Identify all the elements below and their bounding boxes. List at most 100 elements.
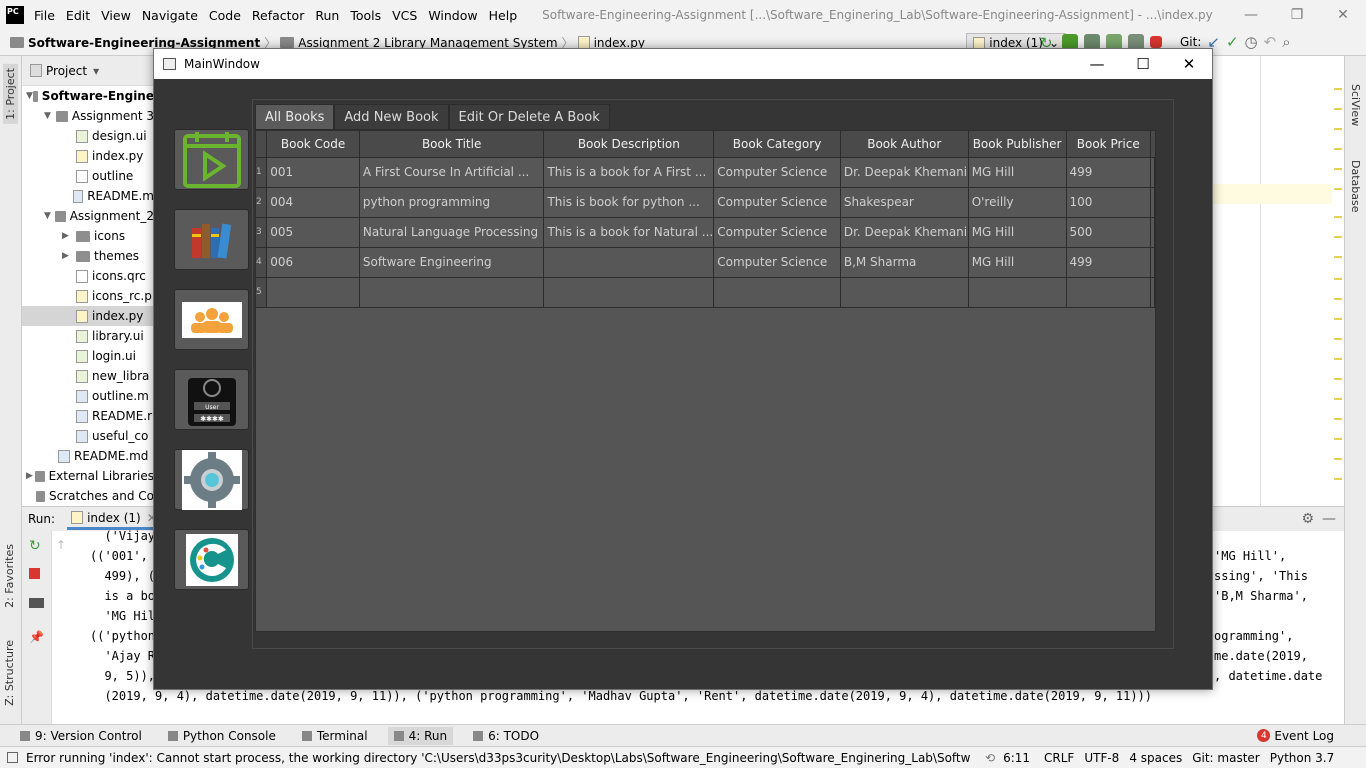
settings-button[interactable] xyxy=(174,449,249,510)
minimize-icon[interactable]: — xyxy=(1228,0,1274,30)
tab-all-books[interactable]: All Books xyxy=(255,104,335,130)
change-marker[interactable] xyxy=(1334,378,1342,380)
themes-button[interactable] xyxy=(174,529,249,590)
table-cell[interactable]: Shakespear xyxy=(840,187,969,218)
change-marker[interactable] xyxy=(1334,458,1342,460)
bottom-tab[interactable]: Python Console xyxy=(162,727,282,745)
change-marker[interactable] xyxy=(1334,148,1342,150)
chevron-down-icon[interactable]: ▼ xyxy=(44,111,56,121)
tree-item[interactable]: ▼ Assignment_2 xyxy=(22,206,154,226)
column-header[interactable]: Book Category xyxy=(713,131,841,158)
tree-item[interactable]: README.md xyxy=(22,446,154,466)
python-interpreter[interactable]: Python 3.7 xyxy=(1270,751,1335,765)
tree-item[interactable]: outline xyxy=(22,166,154,186)
table-cell[interactable]: 006 xyxy=(266,247,360,278)
change-marker[interactable] xyxy=(1334,418,1342,420)
change-marker[interactable] xyxy=(1334,398,1342,400)
indent-setting[interactable]: 4 spaces xyxy=(1129,751,1182,765)
user-login-button[interactable]: User ✱✱✱✱ xyxy=(174,369,249,430)
table-cell[interactable]: MG Hill xyxy=(968,247,1067,278)
menu-vcs[interactable]: VCS xyxy=(392,8,417,23)
change-marker[interactable] xyxy=(1334,108,1342,110)
table-cell[interactable]: Computer Science xyxy=(713,217,841,248)
tree-item[interactable]: new_libra xyxy=(22,366,154,386)
pin-icon[interactable]: 📌 xyxy=(29,630,44,644)
tree-item[interactable]: outline.m xyxy=(22,386,154,406)
git-commit-icon[interactable]: ✓ xyxy=(1226,33,1239,51)
tree-item[interactable]: ▼ Software-Engine xyxy=(22,86,154,106)
caret-position[interactable]: 6:11 xyxy=(1003,751,1030,765)
event-log-button[interactable]: 4 Event Log xyxy=(1257,729,1334,743)
tab-edit-or-delete-a-book[interactable]: Edit Or Delete A Book xyxy=(448,104,610,130)
tree-item[interactable]: ▶ icons xyxy=(22,226,154,246)
chevron-down-icon[interactable]: ▾ xyxy=(93,64,99,78)
table-cell[interactable]: 500 xyxy=(1066,217,1151,248)
revert-icon[interactable]: ↶ xyxy=(1264,33,1277,51)
minimize-panel-icon[interactable]: — xyxy=(1322,511,1336,527)
sciview-tool-tab[interactable]: SciView xyxy=(1349,84,1362,126)
table-cell[interactable]: B,M Sharma xyxy=(840,247,969,278)
tree-item[interactable]: index.py xyxy=(22,146,154,166)
table-cell[interactable]: 001 xyxy=(266,157,360,188)
tree-item[interactable]: README.r xyxy=(22,406,154,426)
change-marker[interactable] xyxy=(1334,298,1342,300)
column-header[interactable]: Book Publisher xyxy=(968,131,1067,158)
table-cell[interactable] xyxy=(713,277,841,308)
file-encoding[interactable]: UTF-8 xyxy=(1084,751,1119,765)
table-cell[interactable] xyxy=(1066,277,1151,308)
menu-code[interactable]: Code xyxy=(209,8,241,23)
change-marker[interactable] xyxy=(1334,188,1342,190)
change-marker[interactable] xyxy=(1334,478,1342,480)
git-branch[interactable]: Git: master xyxy=(1192,751,1260,765)
close-icon[interactable]: ✕ xyxy=(1320,0,1366,30)
menu-edit[interactable]: Edit xyxy=(66,8,90,23)
structure-tool-tab[interactable]: Z: Structure xyxy=(3,640,16,706)
table-cell[interactable]: Dr. Deepak Khemani xyxy=(840,157,969,188)
table-cell[interactable]: This is book for python ... xyxy=(543,187,715,218)
books-table[interactable]: Book Code Book Title Book Description Book … xyxy=(255,130,1156,632)
column-header[interactable]: Book Author xyxy=(840,131,969,158)
table-cell[interactable]: Computer Science xyxy=(713,157,841,188)
change-marker[interactable] xyxy=(1334,256,1342,258)
table-cell[interactable]: 005 xyxy=(266,217,360,248)
close-icon[interactable]: ✕ xyxy=(1166,49,1212,79)
table-cell[interactable]: MG Hill xyxy=(968,157,1067,188)
history-icon[interactable]: ◷ xyxy=(1245,33,1258,51)
arrow-up-icon[interactable]: ↑ xyxy=(56,538,71,552)
table-cell[interactable]: This is a book for Natural ... xyxy=(543,217,715,248)
stop-icon[interactable] xyxy=(29,568,40,579)
row-header[interactable]: 3 xyxy=(256,217,268,248)
rerun-icon[interactable]: ↻ xyxy=(29,538,44,554)
tab-add-new-book[interactable]: Add New Book xyxy=(334,104,449,130)
menu-run[interactable]: Run xyxy=(315,8,339,23)
menu-refactor[interactable]: Refactor xyxy=(252,8,304,23)
tree-item[interactable]: ▼ Assignment 3 xyxy=(22,106,154,126)
menu-file[interactable]: File xyxy=(34,8,55,23)
tree-item[interactable]: ▶ themes xyxy=(22,246,154,266)
change-marker[interactable] xyxy=(1334,318,1342,320)
users-button[interactable] xyxy=(174,289,249,350)
corner-cell[interactable] xyxy=(256,131,268,158)
bottom-tab[interactable]: 4: Run xyxy=(387,726,454,745)
row-header[interactable]: 2 xyxy=(256,187,268,218)
row-header[interactable]: 5 xyxy=(256,277,268,308)
table-cell[interactable]: Software Engineering xyxy=(359,247,545,278)
change-marker[interactable] xyxy=(1334,236,1342,238)
table-cell[interactable]: A First Course In Artificial ... xyxy=(359,157,545,188)
tree-item[interactable]: icons.qrc xyxy=(22,266,154,286)
table-cell[interactable]: MG Hill xyxy=(968,217,1067,248)
column-header[interactable]: Book Code xyxy=(266,131,360,158)
tree-item[interactable]: icons_rc.p xyxy=(22,286,154,306)
tree-item[interactable]: Scratches and Co xyxy=(22,486,154,506)
table-cell[interactable]: 499 xyxy=(1066,157,1151,188)
table-row[interactable]: 3 005 Natural Language Processing This is a… xyxy=(256,217,1155,248)
menu-tools[interactable]: Tools xyxy=(350,8,381,23)
table-cell[interactable] xyxy=(266,277,360,308)
chevron-down-icon[interactable]: ▼ xyxy=(26,91,33,101)
menu-view[interactable]: View xyxy=(101,8,131,23)
table-row[interactable]: 1 001 A First Course In Artificial ... This… xyxy=(256,157,1155,188)
change-marker[interactable] xyxy=(1334,278,1342,280)
books-button[interactable] xyxy=(174,209,249,270)
table-cell[interactable] xyxy=(359,277,545,308)
column-header[interactable]: Book Description xyxy=(543,131,715,158)
